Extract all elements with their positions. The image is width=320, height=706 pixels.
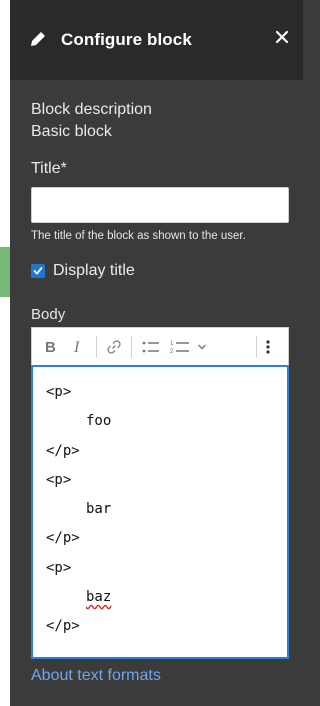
svg-text:I: I: [73, 340, 80, 354]
code-line: <p>: [46, 559, 72, 576]
toolbar-separator: [96, 335, 97, 358]
display-title-checkbox[interactable]: [31, 264, 45, 278]
chevron-down-icon[interactable]: [194, 332, 210, 362]
code-line: <p>: [46, 471, 72, 488]
configure-block-dialog: Configure block Block description Basic …: [10, 0, 303, 706]
display-title-row[interactable]: Display title: [31, 262, 289, 280]
editor-toolbar: B I 1 2: [31, 327, 289, 365]
code-line: </p>: [46, 530, 80, 547]
svg-text:2: 2: [170, 349, 174, 355]
body-field-label: Body: [31, 306, 66, 323]
code-line: </p>: [46, 618, 80, 635]
svg-text:B: B: [45, 340, 56, 354]
code-line: baz: [46, 583, 274, 612]
title-field-label: Title*: [31, 160, 67, 177]
dialog-title: Configure block: [61, 30, 192, 49]
about-text-formats-link[interactable]: About text formats: [31, 667, 289, 685]
pencil-icon: [31, 32, 45, 46]
spellcheck-word: baz: [86, 589, 112, 606]
more-options-icon[interactable]: [260, 332, 276, 362]
title-help-text: The title of the block as shown to the u…: [31, 230, 246, 242]
toolbar-separator: [131, 335, 132, 358]
page-background: [0, 0, 10, 706]
background-highlight: [0, 247, 10, 297]
numbered-list-icon[interactable]: 1 2: [166, 332, 194, 362]
checkmark-icon: [33, 267, 43, 275]
close-icon[interactable]: [275, 30, 289, 44]
code-line: </p>: [46, 442, 80, 459]
clipped-next-field: [31, 693, 289, 703]
dialog-content: Block description Basic block Title* The…: [10, 99, 303, 703]
toolbar-separator: [256, 335, 257, 358]
block-description-label: Block description: [31, 101, 152, 118]
code-line: foo: [86, 413, 112, 430]
title-input[interactable]: [31, 187, 289, 223]
bold-icon[interactable]: B: [38, 332, 64, 362]
block-description-value: Basic block: [31, 123, 112, 140]
code-line: <p>: [46, 384, 72, 400]
display-title-label: Display title: [53, 262, 135, 279]
svg-text:1: 1: [170, 341, 174, 347]
bulleted-list-icon[interactable]: [136, 332, 166, 362]
code-line: bar: [86, 501, 112, 518]
italic-icon[interactable]: I: [64, 332, 92, 362]
dialog-header: Configure block: [10, 0, 303, 80]
link-icon[interactable]: [101, 332, 127, 362]
body-source-editor[interactable]: <p> foo </p> <p> bar </p> <p> baz </p>: [31, 365, 289, 659]
